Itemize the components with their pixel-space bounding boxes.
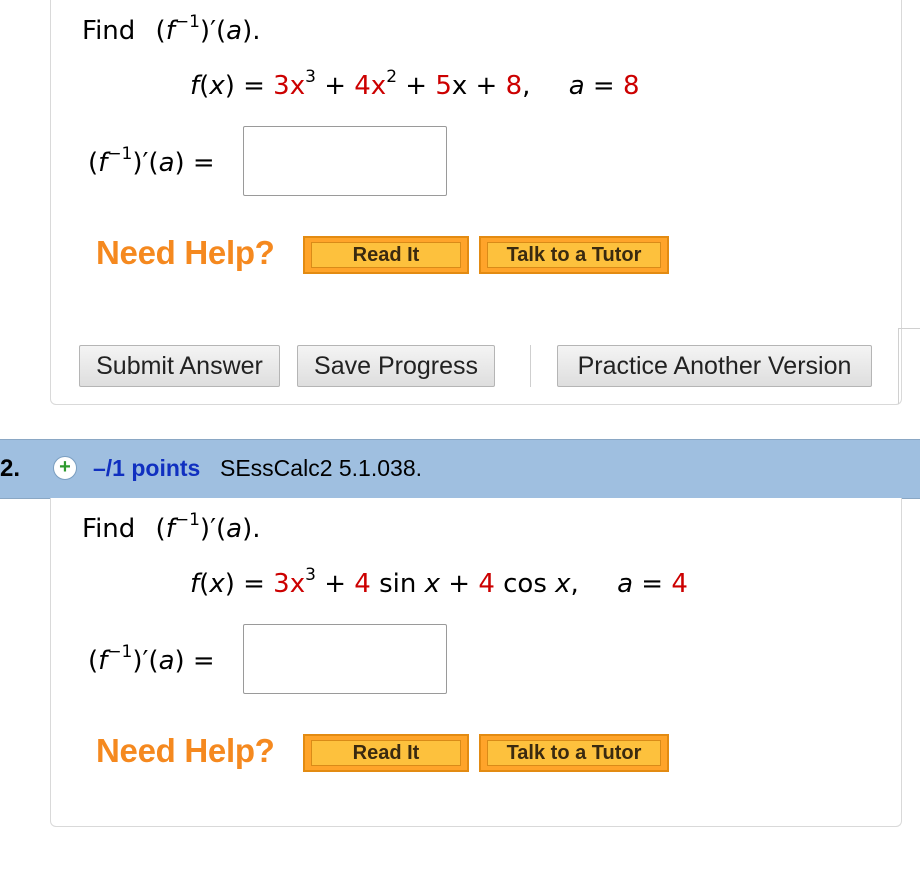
practice-another-version-label: Practice Another Version — [577, 351, 852, 380]
question-1-need-help: Need Help? — [96, 234, 275, 271]
read-it-label: Read It — [352, 243, 420, 266]
question-2-header: 2. + –/1 points SEssCalc2 5.1.038. — [0, 439, 920, 499]
side-border — [898, 328, 920, 329]
question-2-answer-label: (f−1)′(a) = — [88, 642, 215, 677]
question-2-talk-to-tutor-button[interactable]: Talk to a Tutor — [479, 734, 669, 772]
question-number: 2. — [0, 455, 21, 482]
question-2-formula: f(x) = 3x3 + 4 sin x + 4 cos x, a = 4 — [190, 565, 688, 600]
question-2-prompt: Find (f−1)′(a). — [82, 510, 261, 545]
question-source: SEssCalc2 5.1.038. — [220, 455, 423, 481]
question-1-a-value: 8 — [622, 71, 640, 101]
question-1-answer-input[interactable] — [243, 126, 447, 196]
talk-to-tutor-label: Talk to a Tutor — [506, 243, 642, 266]
button-divider — [530, 345, 531, 387]
question-2-answer-input[interactable] — [243, 624, 447, 694]
side-border-vertical — [898, 328, 899, 404]
find-label: Find — [82, 16, 136, 46]
question-2-read-it-button[interactable]: Read It — [303, 734, 469, 772]
question-1-talk-to-tutor-button[interactable]: Talk to a Tutor — [479, 236, 669, 274]
submit-answer-label: Submit Answer — [96, 351, 263, 380]
practice-another-version-button[interactable]: Practice Another Version — [557, 345, 872, 387]
question-points: –/1 points — [93, 455, 201, 481]
talk-to-tutor-label: Talk to a Tutor — [506, 741, 642, 764]
question-1-formula: f(x) = 3x3 + 4x2 + 5x + 8, a = 8 — [190, 67, 640, 102]
save-progress-button[interactable]: Save Progress — [297, 345, 495, 387]
save-progress-label: Save Progress — [314, 351, 478, 380]
submit-answer-button[interactable]: Submit Answer — [79, 345, 280, 387]
question-2-a-value: 4 — [671, 569, 688, 599]
question-1-prompt: Find (f−1)′(a). — [82, 12, 261, 47]
question-1-read-it-button[interactable]: Read It — [303, 236, 469, 274]
question-1-answer-label: (f−1)′(a) = — [88, 144, 215, 179]
question-2-need-help: Need Help? — [96, 732, 275, 769]
read-it-label: Read It — [352, 741, 420, 764]
find-label: Find — [82, 514, 136, 544]
plus-icon[interactable]: + — [53, 456, 77, 480]
